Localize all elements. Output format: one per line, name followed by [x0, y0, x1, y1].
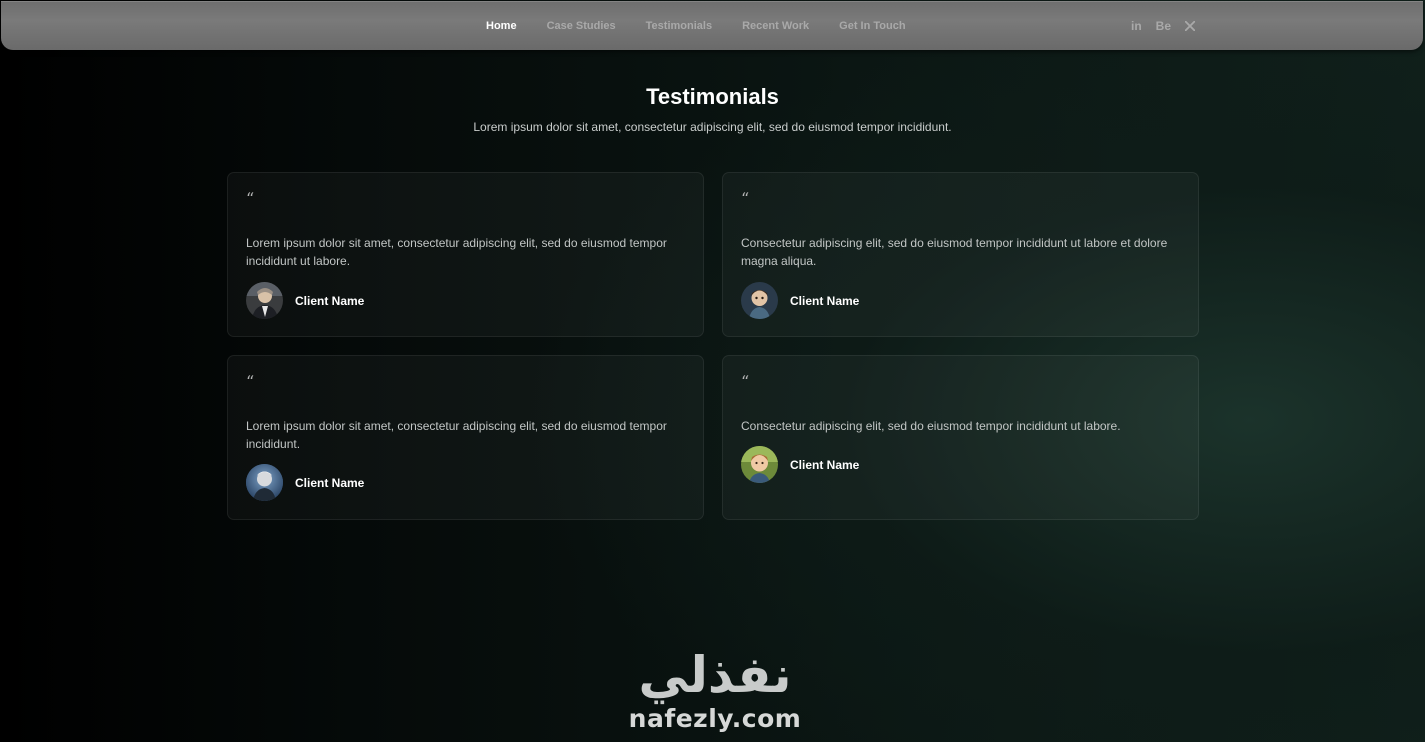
avatar — [246, 464, 283, 501]
nafezly-watermark: نفذلي nafezly.com — [620, 645, 810, 733]
quote-icon: “ — [741, 372, 750, 391]
avatar — [741, 446, 778, 483]
top-navbar: Home Case Studies Testimonials Recent Wo… — [1, 1, 1423, 50]
watermark-latin-text: nafezly.com — [628, 704, 802, 733]
nav-links: Home Case Studies Testimonials Recent Wo… — [471, 1, 921, 50]
x-twitter-icon[interactable] — [1185, 20, 1196, 31]
testimonial-text: Lorem ipsum dolor sit amet, consectetur … — [246, 236, 667, 268]
quote-icon: “ — [246, 189, 255, 208]
testimonial-card: “ Lorem ipsum dolor sit amet, consectetu… — [227, 172, 704, 337]
client-name: Client Name — [790, 457, 860, 472]
testimonial-text: Consectetur adipiscing elit, sed do eius… — [741, 236, 1168, 268]
nav-link-recent-work[interactable]: Recent Work — [727, 20, 824, 32]
section-title: Testimonials — [646, 84, 779, 109]
quote-icon: “ — [246, 372, 255, 391]
section-subtitle: Lorem ipsum dolor sit amet, consectetur … — [473, 120, 952, 134]
page: Home Case Studies Testimonials Recent Wo… — [0, 0, 1425, 742]
social-links: in Be — [1131, 1, 1196, 50]
testimonial-card: “ Lorem ipsum dolor sit amet, consectetu… — [227, 355, 704, 520]
avatar — [741, 282, 778, 319]
testimonial-card: “ Consectetur adipiscing elit, sed do ei… — [722, 355, 1199, 520]
testimonial-card: “ Consectetur adipiscing elit, sed do ei… — [722, 172, 1199, 337]
client-info: Client Name — [741, 446, 859, 483]
testimonial-text: Consectetur adipiscing elit, sed do eius… — [741, 419, 1121, 433]
nav-link-testimonials[interactable]: Testimonials — [631, 20, 727, 32]
nav-link-home[interactable]: Home — [471, 20, 532, 32]
nav-link-case-studies[interactable]: Case Studies — [532, 20, 631, 32]
nav-link-get-in-touch[interactable]: Get In Touch — [824, 20, 920, 32]
client-name: Client Name — [295, 293, 365, 308]
behance-icon[interactable]: Be — [1156, 19, 1171, 33]
client-info: Client Name — [246, 282, 364, 319]
watermark-arabic-text: نفذلي — [638, 646, 792, 704]
client-info: Client Name — [246, 464, 364, 501]
quote-icon: “ — [741, 189, 750, 208]
testimonial-text: Lorem ipsum dolor sit amet, consectetur … — [246, 419, 667, 451]
linkedin-icon[interactable]: in — [1131, 19, 1142, 33]
client-name: Client Name — [790, 293, 860, 308]
client-name: Client Name — [295, 475, 365, 490]
client-info: Client Name — [741, 282, 859, 319]
avatar — [246, 282, 283, 319]
